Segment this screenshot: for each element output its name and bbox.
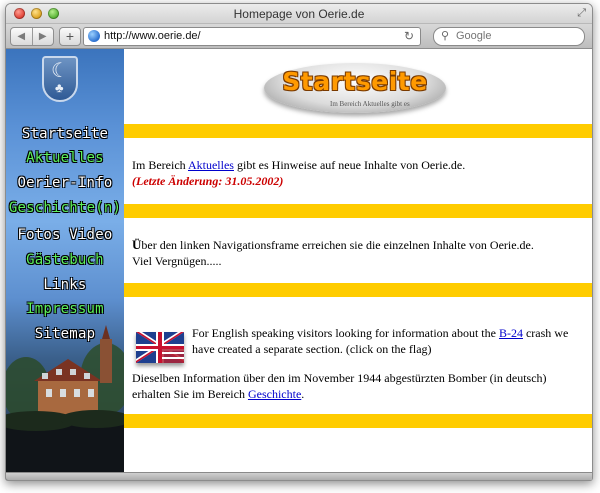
logo-title: Startseite — [282, 67, 428, 96]
browser-toolbar: ◀ ▶ + ↻ ⚲ — [6, 24, 592, 49]
startseite-logo: Startseite Im Bereich Aktuelles gibt es — [264, 59, 446, 115]
back-arrow-icon: ◀ — [17, 31, 26, 42]
add-bookmark-button[interactable]: + — [59, 27, 81, 46]
village-photo — [6, 325, 124, 480]
nav-oerier-info[interactable]: Oerier-Info — [6, 175, 124, 191]
divider-stripe — [124, 283, 592, 297]
section-german: Dieselben Information über den im Novemb… — [132, 370, 584, 402]
page-viewport: ☾ ♣ Startseite Aktuelles Oerier-Info Ges… — [6, 49, 592, 480]
nav-impressum[interactable]: Impressum — [6, 301, 124, 317]
text: For English speaking visitors looking fo… — [192, 326, 499, 340]
text: Dieselben Information über den im Novemb… — [132, 371, 547, 401]
back-forward-group: ◀ ▶ — [10, 27, 54, 46]
title-bar: Homepage von Oerie.de ⤢ — [6, 4, 592, 24]
search-icon: ⚲ — [441, 30, 450, 42]
search-field[interactable]: ⚲ — [433, 27, 585, 46]
divider-stripe — [124, 414, 592, 428]
nav-gaestebuch[interactable]: Gästebuch — [6, 252, 124, 268]
browser-window: Homepage von Oerie.de ⤢ ◀ ▶ + ↻ ⚲ ☾ ♣ St… — [5, 3, 593, 481]
navigation-frame: ☾ ♣ Startseite Aktuelles Oerier-Info Ges… — [6, 49, 124, 480]
nav-aktuelles[interactable]: Aktuelles — [6, 150, 124, 166]
b24-link[interactable]: B-24 — [499, 326, 523, 340]
plus-icon: + — [65, 28, 75, 44]
coat-of-arms-logo: ☾ ♣ — [42, 56, 78, 102]
window-title: Homepage von Oerie.de — [233, 7, 365, 21]
initial-letter: Ü — [132, 237, 142, 252]
section-aktuelles: Im Bereich Aktuelles gibt es Hinweise au… — [132, 157, 584, 189]
scythe-icon: ☾ — [51, 60, 69, 82]
text: gibt es Hinweise auf neue Inhalte von Oe… — [233, 158, 466, 172]
section-english: For English speaking visitors looking fo… — [192, 325, 584, 357]
logo-subtitle: Im Bereich Aktuelles gibt es — [330, 100, 410, 108]
text: . — [301, 387, 305, 401]
english-flag-button[interactable] — [136, 332, 184, 363]
forward-arrow-icon: ▶ — [38, 31, 47, 42]
globe-icon — [88, 30, 100, 42]
text: Im Bereich — [132, 158, 188, 172]
geschichte-link[interactable]: Geschichte — [248, 387, 301, 401]
window-bottom-edge — [6, 472, 592, 480]
divider-stripe — [124, 204, 592, 218]
text: ber den linken Navigationsframe erreiche… — [141, 238, 534, 252]
fullscreen-icon[interactable]: ⤢ — [577, 7, 586, 20]
nav-links[interactable]: Links — [6, 277, 124, 293]
divider-stripe — [124, 124, 592, 138]
last-update-text: (Letzte Änderung: 31.05.2002) — [132, 174, 284, 188]
nav-fotos-video[interactable]: Fotos Video — [6, 227, 124, 243]
section-navigation-info: Über den linken Navigationsframe erreich… — [132, 237, 584, 269]
content-frame: Startseite Im Bereich Aktuelles gibt es … — [124, 49, 592, 480]
back-button[interactable]: ◀ — [11, 28, 32, 45]
reload-icon[interactable]: ↻ — [404, 29, 414, 43]
nav-startseite[interactable]: Startseite — [6, 126, 124, 142]
search-input[interactable] — [456, 29, 576, 43]
aktuelles-link[interactable]: Aktuelles — [188, 158, 234, 172]
address-input[interactable] — [104, 29, 394, 43]
clover-icon: ♣ — [55, 80, 64, 95]
forward-button[interactable]: ▶ — [31, 28, 54, 45]
address-bar[interactable]: ↻ — [83, 27, 421, 46]
uk-us-flag-icon — [136, 332, 184, 363]
nav-geschichte[interactable]: Geschichte(n) — [6, 200, 124, 216]
text: Viel Vergnügen..... — [132, 254, 222, 268]
